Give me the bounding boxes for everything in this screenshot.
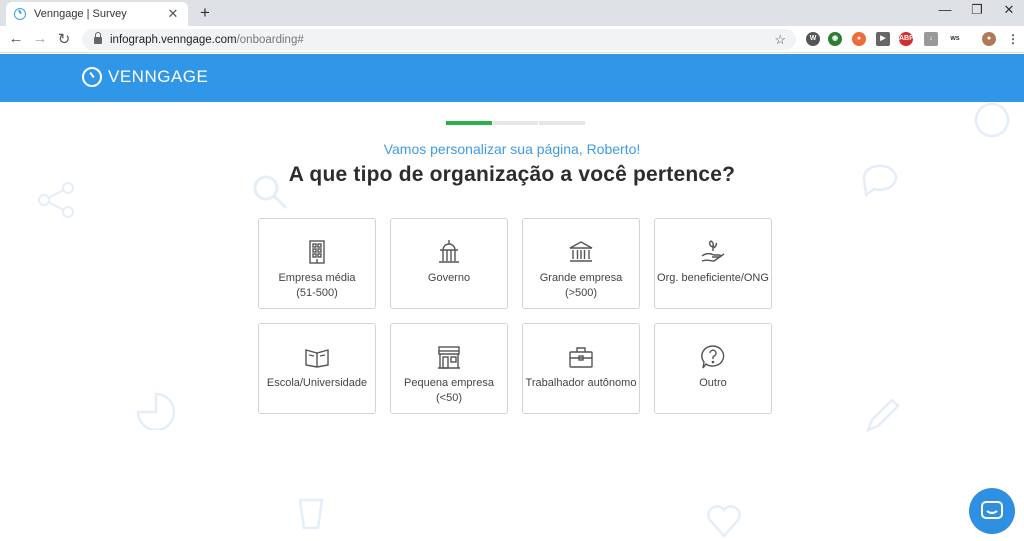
forward-button[interactable]: → xyxy=(30,30,50,47)
venngage-logo-icon xyxy=(82,67,102,87)
profile-avatar[interactable]: ● xyxy=(982,32,996,46)
tab-title: Venngage | Survey xyxy=(34,8,127,20)
onboarding-progress xyxy=(446,121,585,125)
restore-button[interactable]: ❐ xyxy=(962,2,992,18)
option-outro[interactable]: Outro xyxy=(654,323,772,414)
venngage-logo[interactable]: VENNGAGE xyxy=(82,67,208,87)
brand-name: VENNGAGE xyxy=(108,67,209,86)
hand-plant-icon xyxy=(701,240,725,262)
circle-decoration-icon xyxy=(974,102,1010,138)
orange-extension-icon[interactable]: ● xyxy=(852,32,866,46)
close-window-button[interactable]: ✕ xyxy=(994,2,1024,18)
back-button[interactable]: ← xyxy=(6,30,26,47)
url-path: /onboarding# xyxy=(236,33,304,46)
chat-launcher-button[interactable] xyxy=(969,488,1015,534)
app-header: VENNGAGE xyxy=(0,54,1024,102)
chat-icon xyxy=(981,501,1003,519)
piechart-decoration-icon xyxy=(136,392,176,430)
survey-question: A que tipo de organização a você pertenc… xyxy=(288,163,736,186)
venngage-favicon-icon xyxy=(14,8,26,20)
option-label: Org. beneficiente/ONG xyxy=(657,272,769,284)
briefcase-icon xyxy=(569,347,593,368)
option-label: Grande empresa (>500) xyxy=(539,272,623,299)
option-label: Trabalhador autônomo xyxy=(525,377,637,389)
address-bar[interactable]: infograph.venngage.com /onboarding# ☆ xyxy=(82,29,796,50)
tab-bar: Venngage | Survey ✕ + — ❐ ✕ xyxy=(0,0,1024,26)
storefront-icon xyxy=(438,346,460,369)
pencil-decoration-icon xyxy=(865,398,900,433)
capitol-icon xyxy=(439,240,459,263)
bookmark-star-icon[interactable]: ☆ xyxy=(774,32,786,48)
lock-icon xyxy=(94,32,102,44)
option-label: Pequena empresa (<50) xyxy=(404,377,494,404)
option-label: Governo xyxy=(427,272,471,284)
greeting-subtitle: Vamos personalizar sua página, Roberto! xyxy=(383,141,641,157)
eye-extension-icon[interactable]: ◉ xyxy=(828,32,842,46)
option-label: Empresa média (51-500) xyxy=(278,272,356,299)
ws-extension-icon[interactable]: ws xyxy=(948,32,962,46)
adblock-plus-icon[interactable]: ABP xyxy=(899,32,914,46)
reload-button[interactable]: ↻ xyxy=(54,30,74,48)
option-autonomo[interactable]: Trabalhador autônomo xyxy=(522,323,640,414)
option-governo[interactable]: Governo xyxy=(390,218,508,309)
option-label: Escola/Universidade xyxy=(266,377,368,389)
progress-step-3 xyxy=(539,121,585,125)
option-empresa-media[interactable]: Empresa média (51-500) xyxy=(258,218,376,309)
question-bubble-icon xyxy=(701,345,725,369)
option-grande-empresa[interactable]: Grande empresa (>500) xyxy=(522,218,640,309)
new-tab-button[interactable]: + xyxy=(196,3,214,23)
browser-window: Venngage | Survey ✕ + — ❐ ✕ ← → ↻ infogr… xyxy=(0,0,1024,541)
option-pequena-empresa[interactable]: Pequena empresa (<50) xyxy=(390,323,508,414)
bucket-decoration-icon xyxy=(298,498,324,530)
menu-kebab-icon[interactable]: ⋮ xyxy=(1006,32,1020,46)
heart-decoration-icon xyxy=(707,505,741,538)
progress-step-1 xyxy=(446,121,493,125)
minimize-button[interactable]: — xyxy=(930,2,960,17)
bank-icon xyxy=(569,241,593,262)
option-escola[interactable]: Escola/Universidade xyxy=(258,323,376,414)
tab-venngage-survey[interactable]: Venngage | Survey ✕ xyxy=(6,2,188,26)
option-ong[interactable]: Org. beneficiente/ONG xyxy=(654,218,772,309)
tab-close-icon[interactable]: ✕ xyxy=(166,6,180,22)
wordpress-extension-icon[interactable]: W xyxy=(806,32,820,46)
download-extension-icon[interactable]: ↓ xyxy=(924,32,938,46)
url-host: infograph.venngage.com xyxy=(110,33,237,46)
open-book-icon xyxy=(305,349,329,368)
building-icon xyxy=(309,240,325,264)
progress-step-2 xyxy=(493,121,540,125)
toolbar: ← → ↻ infograph.venngage.com /onboarding… xyxy=(0,26,1024,53)
flag-extension-icon[interactable]: ▶ xyxy=(876,32,890,46)
option-label: Outro xyxy=(699,377,727,389)
